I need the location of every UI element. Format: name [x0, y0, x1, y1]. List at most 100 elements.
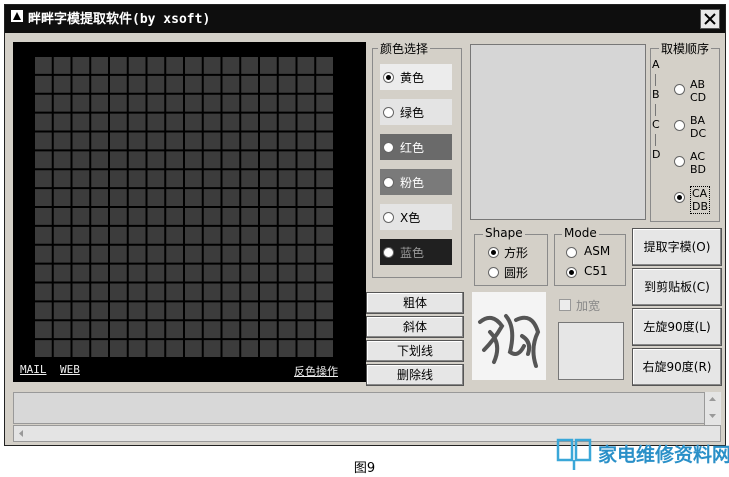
grid-cell[interactable]: [203, 283, 221, 301]
underline-button[interactable]: 下划线: [366, 340, 464, 362]
grid-cell[interactable]: [278, 57, 296, 74]
grid-cell[interactable]: [72, 113, 90, 131]
grid-cell[interactable]: [185, 113, 202, 131]
grid-cell[interactable]: [91, 226, 108, 244]
grid-cell[interactable]: [72, 151, 90, 169]
grid-cell[interactable]: [128, 57, 146, 74]
grid-cell[interactable]: [166, 94, 183, 112]
grid-cell[interactable]: [316, 340, 333, 357]
grid-cell[interactable]: [128, 151, 146, 169]
rotate-right-button[interactable]: 右旋90度(R): [632, 348, 722, 386]
grid-cell[interactable]: [203, 170, 221, 188]
grid-cell[interactable]: [278, 340, 296, 357]
grid-cell[interactable]: [128, 302, 146, 320]
strikethrough-button[interactable]: 删除线: [366, 364, 464, 386]
grid-cell[interactable]: [147, 226, 165, 244]
grid-cell[interactable]: [147, 94, 165, 112]
grid-cell[interactable]: [166, 283, 183, 301]
grid-cell[interactable]: [53, 283, 71, 301]
grid-cell[interactable]: [147, 57, 165, 74]
grid-cell[interactable]: [297, 75, 315, 93]
grid-cell[interactable]: [128, 132, 146, 150]
grid-cell[interactable]: [241, 57, 258, 74]
grid-cell[interactable]: [91, 151, 108, 169]
grid-cell[interactable]: [222, 151, 240, 169]
grid-cell[interactable]: [278, 170, 296, 188]
grid-cell[interactable]: [128, 226, 146, 244]
grid-cell[interactable]: [110, 189, 127, 206]
grid-cell[interactable]: [110, 321, 127, 339]
extract-button[interactable]: 提取字模(O): [632, 228, 722, 266]
grid-cell[interactable]: [53, 132, 71, 150]
grid-cell[interactable]: [147, 189, 165, 206]
grid-cell[interactable]: [35, 75, 52, 93]
grid-cell[interactable]: [278, 226, 296, 244]
grid-cell[interactable]: [297, 151, 315, 169]
grid-cell[interactable]: [241, 132, 258, 150]
grid-cell[interactable]: [278, 151, 296, 169]
grid-cell[interactable]: [128, 170, 146, 188]
widen-checkbox[interactable]: [559, 299, 571, 311]
grid-cell[interactable]: [110, 302, 127, 320]
grid-cell[interactable]: [91, 170, 108, 188]
grid-cell[interactable]: [278, 283, 296, 301]
grid-cell[interactable]: [91, 264, 108, 282]
grid-cell[interactable]: [185, 226, 202, 244]
grid-cell[interactable]: [72, 283, 90, 301]
grid-cell[interactable]: [297, 245, 315, 263]
grid-cell[interactable]: [72, 226, 90, 244]
grid-cell[interactable]: [72, 264, 90, 282]
grid-cell[interactable]: [72, 94, 90, 112]
grid-cell[interactable]: [278, 208, 296, 225]
order-radio-2[interactable]: [674, 120, 685, 131]
grid-cell[interactable]: [297, 94, 315, 112]
grid-cell[interactable]: [166, 208, 183, 225]
grid-cell[interactable]: [297, 113, 315, 131]
grid-cell[interactable]: [316, 245, 333, 263]
grid-cell[interactable]: [241, 170, 258, 188]
rotate-left-button[interactable]: 左旋90度(L): [632, 308, 722, 346]
grid-cell[interactable]: [53, 151, 71, 169]
grid-cell[interactable]: [110, 75, 127, 93]
grid-cell[interactable]: [35, 94, 52, 112]
vertical-scrollbar[interactable]: [704, 392, 721, 425]
grid-cell[interactable]: [72, 302, 90, 320]
grid-cell[interactable]: [147, 132, 165, 150]
grid-cell[interactable]: [35, 264, 52, 282]
grid-cell[interactable]: [316, 94, 333, 112]
grid-cell[interactable]: [260, 132, 277, 150]
grid-cell[interactable]: [260, 75, 277, 93]
grid-cell[interactable]: [203, 226, 221, 244]
grid-cell[interactable]: [110, 170, 127, 188]
grid-cell[interactable]: [166, 113, 183, 131]
grid-cell[interactable]: [128, 208, 146, 225]
grid-cell[interactable]: [166, 75, 183, 93]
color-radio-3[interactable]: [383, 142, 394, 153]
grid-cell[interactable]: [91, 283, 108, 301]
grid-cell[interactable]: [72, 321, 90, 339]
close-button[interactable]: [700, 9, 720, 29]
grid-cell[interactable]: [72, 245, 90, 263]
grid-cell[interactable]: [278, 321, 296, 339]
shape-round-radio[interactable]: [488, 267, 499, 278]
color-radio-5[interactable]: [383, 212, 394, 223]
grid-cell[interactable]: [185, 94, 202, 112]
shape-square-radio[interactable]: [488, 247, 499, 258]
grid-cell[interactable]: [316, 132, 333, 150]
grid-cell[interactable]: [110, 264, 127, 282]
grid-cell[interactable]: [260, 226, 277, 244]
color-radio-6[interactable]: [383, 247, 394, 258]
grid-cell[interactable]: [166, 245, 183, 263]
mail-link[interactable]: MAIL: [20, 363, 47, 376]
grid-cell[interactable]: [222, 208, 240, 225]
grid-cell[interactable]: [222, 283, 240, 301]
grid-cell[interactable]: [35, 189, 52, 206]
grid-cell[interactable]: [185, 75, 202, 93]
grid-cell[interactable]: [316, 57, 333, 74]
grid-cell[interactable]: [166, 226, 183, 244]
color-radio-1[interactable]: [383, 72, 394, 83]
grid-cell[interactable]: [260, 245, 277, 263]
grid-cell[interactable]: [185, 321, 202, 339]
grid-cell[interactable]: [147, 170, 165, 188]
grid-cell[interactable]: [185, 340, 202, 357]
